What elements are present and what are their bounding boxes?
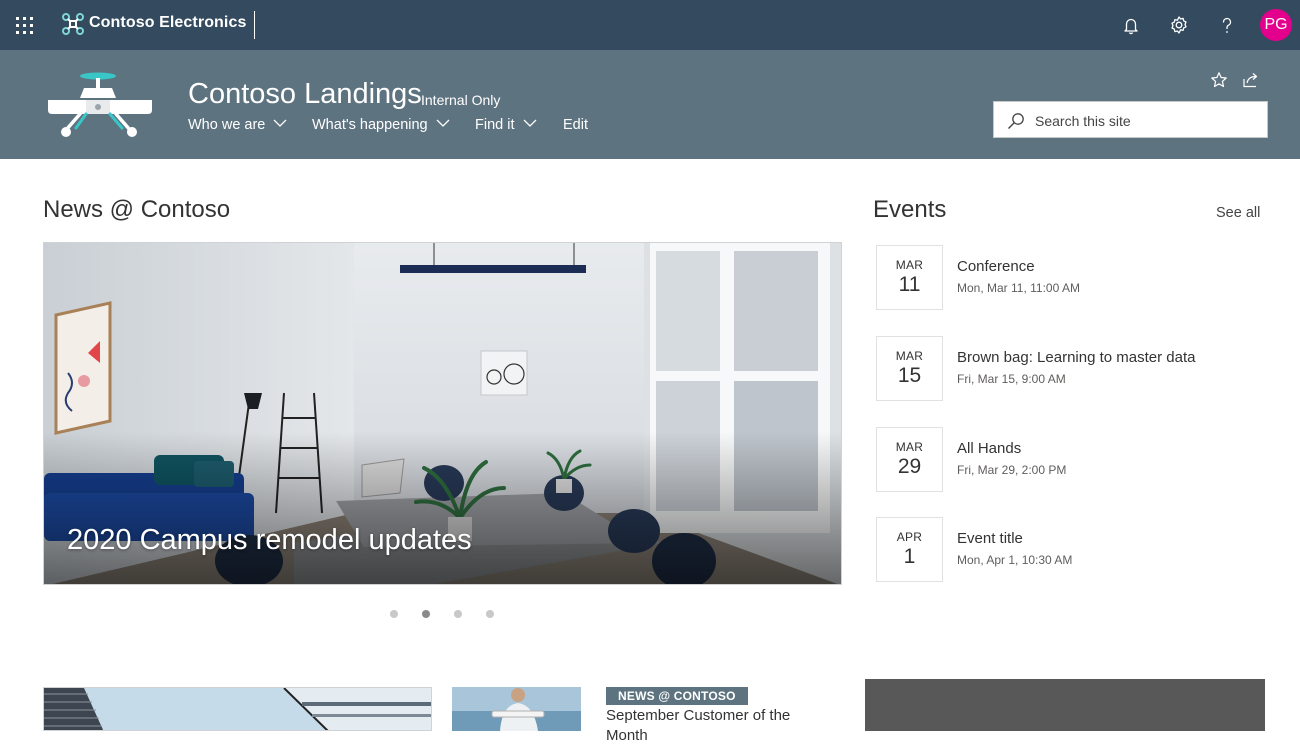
site-title[interactable]: Contoso Landings	[188, 78, 422, 111]
event-month: MAR	[895, 258, 924, 272]
nav-item-label: Edit	[563, 117, 588, 133]
news-headline-link[interactable]: September Customer of the Month	[606, 706, 826, 746]
nav-item-label: Find it	[475, 117, 515, 133]
event-day: 15	[897, 364, 922, 387]
news-thumbnail-building[interactable]	[43, 687, 432, 731]
event-month: APR	[896, 530, 923, 544]
nav-item-label: What's happening	[312, 117, 428, 133]
help-icon[interactable]	[1215, 13, 1239, 37]
placeholder-tile	[865, 679, 1265, 731]
event-datetime: Mon, Apr 1, 10:30 AM	[957, 553, 1073, 567]
suite-bar: Contoso Electronics PG	[0, 0, 1300, 50]
carousel-dot-3[interactable]	[454, 610, 462, 618]
news-hero-slide[interactable]: 2020 Campus remodel updates	[43, 242, 842, 585]
app-launcher-icon[interactable]	[16, 17, 33, 34]
search-icon	[1008, 113, 1024, 129]
event-day: 29	[897, 455, 922, 478]
event-month: MAR	[895, 349, 924, 363]
nav-item-whats-happening[interactable]: What's happening	[312, 117, 450, 133]
search-input[interactable]	[1035, 111, 1255, 131]
event-item[interactable]: MAR 15 Brown bag: Learning to master dat…	[876, 336, 1266, 402]
chevron-down-icon	[436, 119, 450, 127]
events-section-title: Events	[873, 196, 947, 223]
event-datetime: Mon, Mar 11, 11:00 AM	[957, 281, 1080, 295]
suite-divider	[254, 11, 255, 39]
nav-item-find-it[interactable]: Find it	[475, 117, 537, 133]
event-title[interactable]: Brown bag: Learning to master data	[957, 349, 1195, 366]
star-icon[interactable]	[1210, 71, 1228, 89]
event-date-tile: MAR 11	[876, 245, 943, 310]
news-section-title: News @ Contoso	[43, 196, 231, 223]
site-classification-badge: Internal Only	[421, 92, 501, 108]
building-image	[44, 688, 431, 730]
site-header: Contoso Landings Internal Only Who we ar…	[0, 50, 1300, 159]
carousel-dot-1[interactable]	[390, 610, 398, 618]
hero-caption[interactable]: 2020 Campus remodel updates	[67, 524, 472, 557]
drone-logo-icon[interactable]	[46, 70, 154, 138]
site-search-box[interactable]	[993, 101, 1268, 138]
person-with-drone-image	[452, 687, 581, 731]
bell-icon[interactable]	[1119, 13, 1143, 37]
nav-item-label: Who we are	[188, 117, 266, 133]
event-date-tile: APR 1	[876, 517, 943, 582]
event-date-tile: MAR 15	[876, 336, 943, 401]
event-item[interactable]: MAR 11 Conference Mon, Mar 11, 11:00 AM	[876, 245, 1266, 311]
see-all-events-link[interactable]: See all	[1216, 205, 1260, 221]
event-item[interactable]: APR 1 Event title Mon, Apr 1, 10:30 AM	[876, 517, 1266, 583]
news-thumbnail-person[interactable]	[452, 687, 581, 731]
app-name[interactable]: Contoso Electronics	[89, 14, 246, 32]
carousel-dot-4[interactable]	[486, 610, 494, 618]
contoso-logo-icon[interactable]	[62, 13, 84, 35]
event-date-tile: MAR 29	[876, 427, 943, 492]
event-item[interactable]: MAR 29 All Hands Fri, Mar 29, 2:00 PM	[876, 427, 1266, 493]
event-title[interactable]: Event title	[957, 530, 1023, 547]
carousel-pager	[388, 610, 508, 620]
event-title[interactable]: Conference	[957, 258, 1035, 275]
event-day: 1	[903, 545, 916, 568]
nav-item-edit[interactable]: Edit	[563, 117, 588, 133]
share-icon[interactable]	[1242, 71, 1260, 89]
event-day: 11	[898, 273, 921, 296]
gear-icon[interactable]	[1167, 13, 1191, 37]
event-datetime: Fri, Mar 15, 9:00 AM	[957, 372, 1066, 386]
carousel-dot-2[interactable]	[422, 610, 430, 618]
event-month: MAR	[895, 440, 924, 454]
event-datetime: Fri, Mar 29, 2:00 PM	[957, 463, 1067, 477]
news-category-tag: NEWS @ CONTOSO	[606, 687, 748, 705]
event-title[interactable]: All Hands	[957, 440, 1021, 457]
chevron-down-icon	[273, 119, 287, 127]
nav-item-who-we-are[interactable]: Who we are	[188, 117, 287, 133]
avatar[interactable]: PG	[1260, 9, 1292, 41]
chevron-down-icon	[523, 119, 536, 127]
